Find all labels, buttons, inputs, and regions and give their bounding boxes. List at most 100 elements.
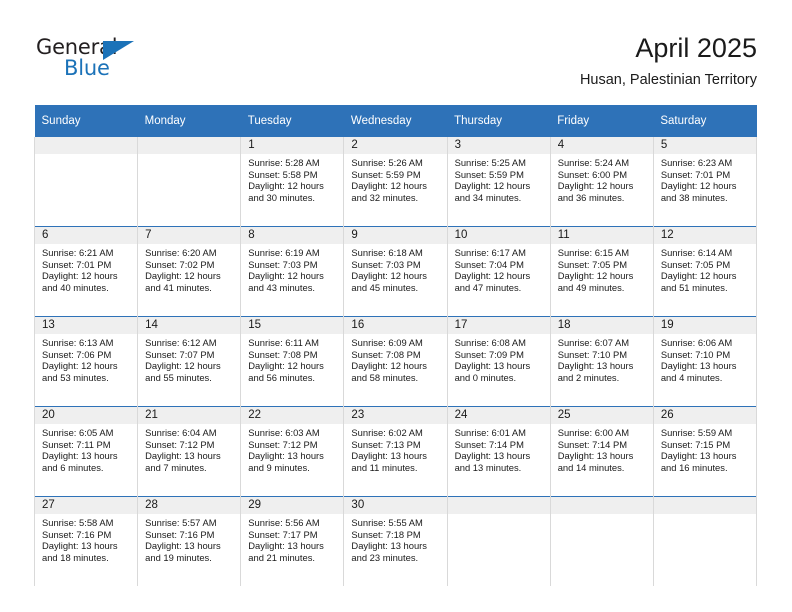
day-details: Sunrise: 6:23 AM Sunset: 7:01 PM Daylight:… xyxy=(654,154,756,203)
calendar-day-cell-empty xyxy=(652,496,758,586)
sunset-text: Sunset: 7:07 PM xyxy=(145,348,215,360)
day-details: Sunrise: 6:18 AM Sunset: 7:03 PM Daylight:… xyxy=(344,244,446,293)
calendar-day-cell[interactable]: 20 Sunrise: 6:05 AM Sunset: 7:11 PM Dayligh… xyxy=(33,406,139,497)
day-details: Sunrise: 6:19 AM Sunset: 7:03 PM Daylight:… xyxy=(241,244,343,293)
calendar-day-cell[interactable]: 7 Sunrise: 6:20 AM Sunset: 7:02 PM Daylight… xyxy=(137,226,242,317)
calendar-day-cell[interactable]: 29 Sunrise: 5:56 AM Sunset: 7:17 PM Dayligh… xyxy=(240,496,345,586)
day-number xyxy=(35,137,138,154)
sunrise-text: Sunrise: 6:23 AM xyxy=(660,157,733,168)
calendar-day-cell[interactable]: 22 Sunrise: 6:03 AM Sunset: 7:12 PM Dayligh… xyxy=(240,406,345,497)
day-details: Sunrise: 6:12 AM Sunset: 7:07 PM Daylight:… xyxy=(138,334,240,383)
sunrise-text: Sunrise: 5:25 AM xyxy=(454,157,526,168)
calendar-week-row: 20 Sunrise: 6:05 AM Sunset: 7:11 PM Dayligh… xyxy=(33,406,758,497)
sunset-text: Sunset: 7:14 PM xyxy=(454,438,524,450)
calendar-day-cell[interactable]: 16 Sunrise: 6:09 AM Sunset: 7:08 PM Dayligh… xyxy=(343,316,448,407)
calendar-day-cell[interactable]: 6 Sunrise: 6:21 AM Sunset: 7:01 PM Daylight… xyxy=(33,226,139,317)
day-details: Sunrise: 6:14 AM Sunset: 7:05 PM Daylight:… xyxy=(654,244,756,293)
page-subtitle: Husan, Palestinian Territory xyxy=(579,72,757,88)
daylight-text: Daylight: 12 hours and 56 minutes. xyxy=(248,360,324,383)
calendar-day-cell[interactable]: 23 Sunrise: 6:02 AM Sunset: 7:13 PM Dayligh… xyxy=(343,406,448,497)
sunrise-text: Sunrise: 6:12 AM xyxy=(145,337,217,348)
calendar-day-cell[interactable]: 9 Sunrise: 6:18 AM Sunset: 7:03 PM Daylight… xyxy=(343,226,448,317)
calendar-day-cell[interactable]: 10 Sunrise: 6:17 AM Sunset: 7:04 PM Dayligh… xyxy=(446,226,551,317)
calendar-day-cell[interactable]: 30 Sunrise: 5:55 AM Sunset: 7:18 PM Dayligh… xyxy=(343,496,448,586)
daylight-text: Daylight: 12 hours and 53 minutes. xyxy=(42,360,118,383)
sunset-text: Sunset: 7:03 PM xyxy=(351,258,421,270)
day-details: Sunrise: 6:17 AM Sunset: 7:04 PM Daylight:… xyxy=(448,244,550,293)
calendar-day-cell[interactable]: 28 Sunrise: 5:57 AM Sunset: 7:16 PM Dayligh… xyxy=(137,496,242,586)
calendar-day-cell[interactable]: 1 Sunrise: 5:28 AM Sunset: 5:58 PM Daylight… xyxy=(240,137,345,227)
calendar-day-cell[interactable]: 21 Sunrise: 6:04 AM Sunset: 7:12 PM Dayligh… xyxy=(137,406,242,497)
sunset-text: Sunset: 7:08 PM xyxy=(351,348,421,360)
calendar-day-cell[interactable]: 19 Sunrise: 6:06 AM Sunset: 7:10 PM Dayligh… xyxy=(652,316,758,407)
day-number: 4 xyxy=(550,137,653,154)
daylight-text: Daylight: 12 hours and 51 minutes. xyxy=(660,270,737,293)
day-details: Sunrise: 6:15 AM Sunset: 7:05 PM Daylight:… xyxy=(551,244,653,293)
calendar-day-cell[interactable]: 2 Sunrise: 5:26 AM Sunset: 5:59 PM Daylight… xyxy=(343,137,448,227)
sunrise-text: Sunrise: 5:24 AM xyxy=(557,157,630,168)
daylight-text: Daylight: 13 hours and 16 minutes. xyxy=(660,450,737,473)
sunset-text: Sunset: 7:16 PM xyxy=(42,528,112,540)
day-number: 3 xyxy=(447,137,550,154)
calendar-day-cell[interactable]: 17 Sunrise: 6:08 AM Sunset: 7:09 PM Dayligh… xyxy=(446,316,551,407)
sunrise-text: Sunrise: 6:21 AM xyxy=(42,247,114,258)
day-number xyxy=(138,137,241,154)
calendar-day-cell-empty xyxy=(549,496,654,586)
daylight-text: Daylight: 12 hours and 45 minutes. xyxy=(351,270,427,293)
calendar-day-cell[interactable]: 24 Sunrise: 6:01 AM Sunset: 7:14 PM Dayligh… xyxy=(446,406,551,497)
weekday-header-friday: Friday xyxy=(550,105,654,137)
day-number: 18 xyxy=(550,317,653,334)
calendar-day-cell[interactable]: 27 Sunrise: 5:58 AM Sunset: 7:16 PM Dayligh… xyxy=(33,496,139,586)
calendar-day-cell[interactable]: 18 Sunrise: 6:07 AM Sunset: 7:10 PM Dayligh… xyxy=(549,316,654,407)
day-details: Sunrise: 5:24 AM Sunset: 6:00 PM Daylight:… xyxy=(551,154,653,203)
sunrise-text: Sunrise: 6:08 AM xyxy=(454,337,526,348)
sunrise-text: Sunrise: 5:58 AM xyxy=(42,517,114,528)
weekday-header-row: Sunday Monday Tuesday Wednesday Thursday… xyxy=(34,105,757,137)
calendar-day-cell[interactable]: 11 Sunrise: 6:15 AM Sunset: 7:05 PM Dayligh… xyxy=(549,226,654,317)
sunrise-text: Sunrise: 6:14 AM xyxy=(660,247,733,258)
general-blue-logo[interactable]: General Blue xyxy=(36,36,166,84)
sunrise-text: Sunrise: 6:07 AM xyxy=(557,337,630,348)
calendar-day-cell[interactable]: 12 Sunrise: 6:14 AM Sunset: 7:05 PM Dayligh… xyxy=(652,226,758,317)
daylight-text: Daylight: 12 hours and 40 minutes. xyxy=(42,270,118,293)
daylight-text: Daylight: 12 hours and 49 minutes. xyxy=(557,270,634,293)
calendar-day-cell[interactable]: 14 Sunrise: 6:12 AM Sunset: 7:07 PM Dayligh… xyxy=(137,316,242,407)
day-number: 5 xyxy=(653,137,756,154)
calendar-week-row: 27 Sunrise: 5:58 AM Sunset: 7:16 PM Dayligh… xyxy=(33,496,758,586)
day-details: Sunrise: 5:57 AM Sunset: 7:16 PM Daylight:… xyxy=(138,514,240,563)
daylight-text: Daylight: 13 hours and 7 minutes. xyxy=(145,450,221,473)
sunrise-text: Sunrise: 5:26 AM xyxy=(351,157,423,168)
daylight-text: Daylight: 12 hours and 41 minutes. xyxy=(145,270,221,293)
calendar-day-cell[interactable]: 15 Sunrise: 6:11 AM Sunset: 7:08 PM Dayligh… xyxy=(240,316,345,407)
daylight-text: Daylight: 12 hours and 47 minutes. xyxy=(454,270,531,293)
day-number: 7 xyxy=(138,227,241,244)
page-header: General Blue April 2025 Husan, Palestini… xyxy=(0,0,792,100)
weekday-header-saturday: Saturday xyxy=(653,105,757,137)
day-number: 15 xyxy=(241,317,344,334)
day-number: 13 xyxy=(35,317,138,334)
day-number: 16 xyxy=(344,317,447,334)
day-details: Sunrise: 5:28 AM Sunset: 5:58 PM Daylight:… xyxy=(241,154,343,203)
daylight-text: Daylight: 12 hours and 55 minutes. xyxy=(145,360,221,383)
calendar-day-cell[interactable]: 4 Sunrise: 5:24 AM Sunset: 6:00 PM Daylight… xyxy=(549,137,654,227)
day-number: 8 xyxy=(241,227,344,244)
day-number: 23 xyxy=(344,407,447,424)
calendar-day-cell[interactable]: 3 Sunrise: 5:25 AM Sunset: 5:59 PM Daylight… xyxy=(446,137,551,227)
calendar-body: 1 Sunrise: 5:28 AM Sunset: 5:58 PM Daylight… xyxy=(33,137,758,586)
sunset-text: Sunset: 7:12 PM xyxy=(145,438,215,450)
day-number: 24 xyxy=(447,407,550,424)
day-details: Sunrise: 6:00 AM Sunset: 7:14 PM Daylight:… xyxy=(551,424,653,473)
sunrise-text: Sunrise: 6:17 AM xyxy=(454,247,526,258)
sunset-text: Sunset: 7:13 PM xyxy=(351,438,421,450)
calendar-day-cell[interactable]: 13 Sunrise: 6:13 AM Sunset: 7:06 PM Dayligh… xyxy=(33,316,139,407)
sunset-text: Sunset: 7:11 PM xyxy=(42,438,111,450)
day-details: Sunrise: 6:20 AM Sunset: 7:02 PM Daylight:… xyxy=(138,244,240,293)
sunrise-text: Sunrise: 6:13 AM xyxy=(42,337,114,348)
calendar-day-cell[interactable]: 26 Sunrise: 5:59 AM Sunset: 7:15 PM Dayligh… xyxy=(652,406,758,497)
daylight-text: Daylight: 13 hours and 21 minutes. xyxy=(248,540,324,563)
calendar-day-cell[interactable]: 25 Sunrise: 6:00 AM Sunset: 7:14 PM Dayligh… xyxy=(549,406,654,497)
daylight-text: Daylight: 13 hours and 13 minutes. xyxy=(454,450,531,473)
sunset-text: Sunset: 7:03 PM xyxy=(248,258,318,270)
calendar-day-cell[interactable]: 8 Sunrise: 6:19 AM Sunset: 7:03 PM Daylight… xyxy=(240,226,345,317)
calendar-day-cell[interactable]: 5 Sunrise: 6:23 AM Sunset: 7:01 PM Daylight… xyxy=(652,137,758,227)
